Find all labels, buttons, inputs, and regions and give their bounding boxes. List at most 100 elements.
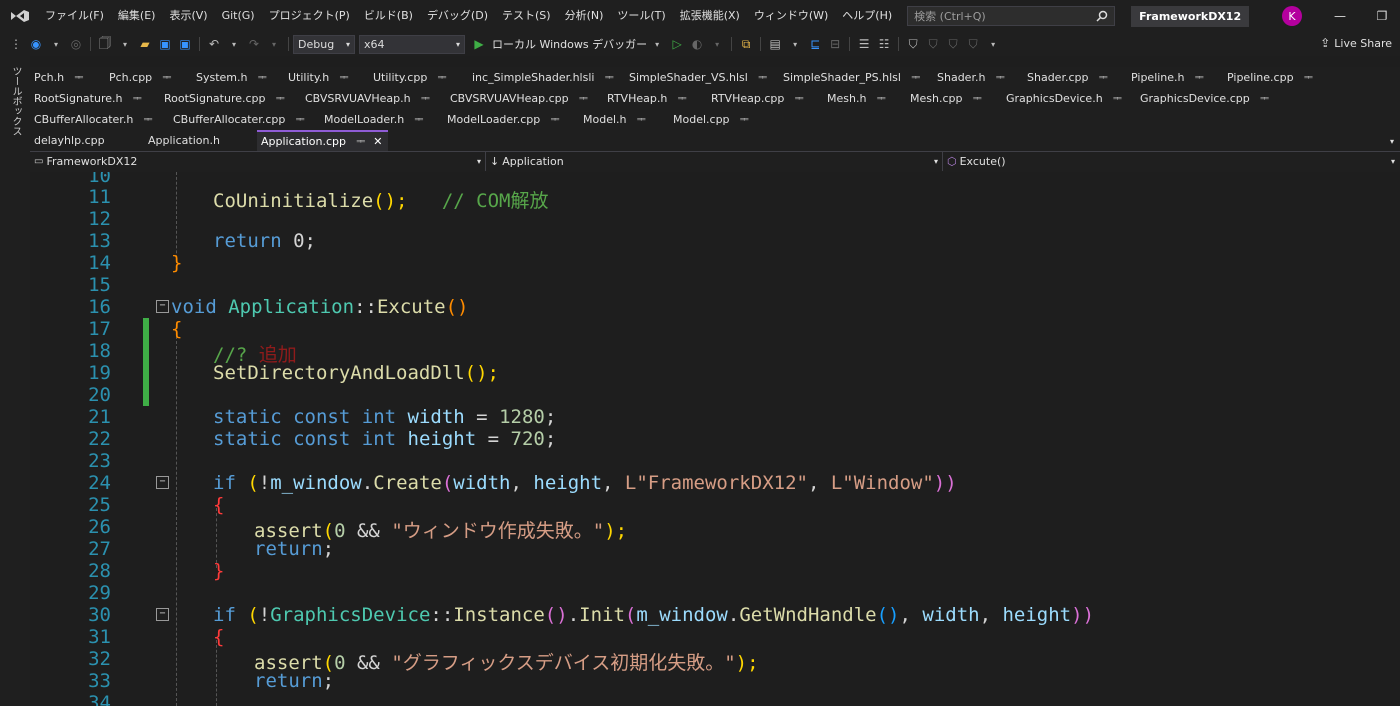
project-select[interactable]: ▭ FrameworkDX12 ▾ [30,152,486,171]
back-dropdown-icon[interactable]: ▾ [48,36,64,52]
prev-bookmark-icon[interactable]: ⛉ [925,36,941,52]
avatar[interactable]: K [1282,6,1302,26]
pin-icon[interactable]: ᆍ [132,94,141,105]
tab-delayhlp-cpp[interactable]: delayhlp.cpp [30,130,105,151]
bookmark-icon[interactable]: ⛉ [905,36,921,52]
pin-icon[interactable]: ᆍ [911,73,920,84]
tab-utility-cpp[interactable]: Utility.cpp ᆍ [369,67,447,88]
pin-icon[interactable]: ᆍ [258,73,267,84]
pin-icon[interactable]: ᆍ [1304,73,1313,84]
tab-pch-h[interactable]: Pch.h ᆍ [30,67,83,88]
tab-graphicsdevice-h[interactable]: GraphicsDevice.h ᆍ [1002,88,1122,109]
live-share-button[interactable]: ⇪ Live Share [1320,36,1392,50]
tab-inc-simpleshader-hlsli[interactable]: inc_SimpleShader.hlsli ᆍ [468,67,614,88]
navigate-forward-icon[interactable]: ◎ [68,36,84,52]
hot-reload-dropdown-icon[interactable]: ▾ [709,36,725,52]
tab-mesh-cpp[interactable]: Mesh.cpp ᆍ [906,88,982,109]
pin-icon[interactable]: ᆍ [740,115,749,126]
visual-studio-logo-icon[interactable] [10,6,30,26]
comment-out-icon[interactable]: ☰ [856,36,872,52]
tab-cbvsrvuavheap-cpp[interactable]: CBVSRVUAVHeap.cpp ᆍ [446,88,588,109]
tab-model-h[interactable]: Model.h ᆍ [579,109,646,130]
tab-cbufferallocater-cpp[interactable]: CBufferAllocater.cpp ᆍ [169,109,305,130]
layout-dropdown-icon[interactable]: ▾ [787,36,803,52]
pin-icon[interactable]: ᆍ [972,94,981,105]
pin-icon[interactable]: ᆍ [356,137,365,148]
pin-icon[interactable]: ᆍ [1260,94,1269,105]
menu-test[interactable]: テスト(S) [495,0,558,32]
tab-rtvheap-cpp[interactable]: RTVHeap.cpp ᆍ [707,88,804,109]
tab-rtvheap-h[interactable]: RTVHeap.h ᆍ [603,88,687,109]
menu-file[interactable]: ファイル(F) [38,0,111,32]
pin-icon[interactable]: ᆍ [295,115,304,126]
pin-icon[interactable]: ᆍ [414,115,423,126]
close-icon[interactable]: ✕ [373,135,382,148]
save-icon[interactable]: ▣ [157,36,173,52]
platform-select[interactable]: x64 ▾ [359,34,465,54]
tab-rootsignature-h[interactable]: RootSignature.h ᆍ [30,88,142,109]
run-icon[interactable]: ▶ [471,36,487,52]
undo-icon[interactable]: ↶ [206,36,222,52]
restore-icon[interactable]: ❐ [1362,0,1400,32]
pin-icon[interactable]: ᆍ [794,94,803,105]
pin-icon[interactable]: ᆍ [758,73,767,84]
navigate-back-icon[interactable]: ◉ [28,36,44,52]
menu-help[interactable]: ヘルプ(H) [835,0,899,32]
undo-dropdown-icon[interactable]: ▾ [226,36,242,52]
uncomment-icon[interactable]: ☷ [876,36,892,52]
tab-pch-cpp[interactable]: Pch.cpp ᆍ [105,67,171,88]
pin-icon[interactable]: ᆍ [143,115,152,126]
menu-git[interactable]: Git(G) [215,0,262,32]
tab-utility-h[interactable]: Utility.h ᆍ [284,67,348,88]
run-debugger-button[interactable]: ローカル Windows デバッガー [492,36,647,52]
menu-window[interactable]: ウィンドウ(W) [747,0,835,32]
next-bookmark-icon[interactable]: ⛉ [945,36,961,52]
pin-icon[interactable]: ᆍ [1098,73,1107,84]
clear-bookmarks-icon[interactable]: ⛉ [965,36,981,52]
redo-icon[interactable]: ↷ [246,36,262,52]
menu-analyze[interactable]: 分析(N) [558,0,611,32]
pin-icon[interactable]: ᆍ [74,73,83,84]
menu-tools[interactable]: ツール(T) [610,0,672,32]
menu-project[interactable]: プロジェクト(P) [262,0,357,32]
new-dropdown-icon[interactable]: ▾ [117,36,133,52]
tab-mesh-h[interactable]: Mesh.h ᆍ [823,88,886,109]
tab-cbufferallocater-h[interactable]: CBufferAllocater.h ᆍ [30,109,153,130]
hot-reload-icon[interactable]: ◐ [689,36,705,52]
redo-dropdown-icon[interactable]: ▾ [266,36,282,52]
menu-build[interactable]: ビルド(B) [357,0,420,32]
code-editor[interactable]: 10 11 CoUninitialize(); // COM解放 12 13 ret… [30,172,1400,706]
menu-extensions[interactable]: 拡張機能(X) [673,0,747,32]
tab-cbvsrvuavheap-h[interactable]: CBVSRVUAVHeap.h ᆍ [301,88,430,109]
breakpoint-icon[interactable]: ⊟ [827,36,843,52]
step-icon[interactable]: ⊑ [807,36,823,52]
tab-pipeline-h[interactable]: Pipeline.h ᆍ [1127,67,1204,88]
tab-application-cpp[interactable]: Application.cpp ᆍ ✕ [257,130,389,151]
start-without-debugging-icon[interactable]: ▷ [669,36,685,52]
pin-icon[interactable]: ᆍ [437,73,446,84]
tab-rootsignature-cpp[interactable]: RootSignature.cpp ᆍ [160,88,285,109]
pin-icon[interactable]: ᆍ [421,94,430,105]
tab-graphicsdevice-cpp[interactable]: GraphicsDevice.cpp ᆍ [1136,88,1269,109]
menu-debug[interactable]: デバッグ(D) [420,0,495,32]
pin-icon[interactable]: ᆍ [276,94,285,105]
pin-icon[interactable]: ᆍ [1195,73,1204,84]
pin-icon[interactable]: ᆍ [339,73,348,84]
pin-icon[interactable]: ᆍ [876,94,885,105]
pin-icon[interactable]: ᆍ [1113,94,1122,105]
scope-select[interactable]: ↓ Application ▾ [486,152,943,171]
tab-overflow-icon[interactable]: ▾ [1390,130,1394,151]
tab-simpleshader-vs-hlsl[interactable]: SimpleShader_VS.hlsl ᆍ [625,67,767,88]
tab-shader-cpp[interactable]: Shader.cpp ᆍ [1023,67,1108,88]
tab-modelloader-h[interactable]: ModelLoader.h ᆍ [320,109,423,130]
toolbar-overflow-icon[interactable]: ▾ [985,36,1001,52]
fold-toggle-icon[interactable]: − [156,300,169,313]
save-all-icon[interactable]: ▣ [177,36,193,52]
fold-toggle-icon[interactable]: − [156,608,169,621]
toolbox-tab[interactable]: ツールボックス [8,66,23,136]
pin-icon[interactable]: ᆍ [579,94,588,105]
pin-icon[interactable]: ᆍ [677,94,686,105]
pin-icon[interactable]: ᆍ [162,73,171,84]
tab-model-cpp[interactable]: Model.cpp ᆍ [669,109,749,130]
new-project-icon[interactable]: 🗍 [97,36,113,52]
